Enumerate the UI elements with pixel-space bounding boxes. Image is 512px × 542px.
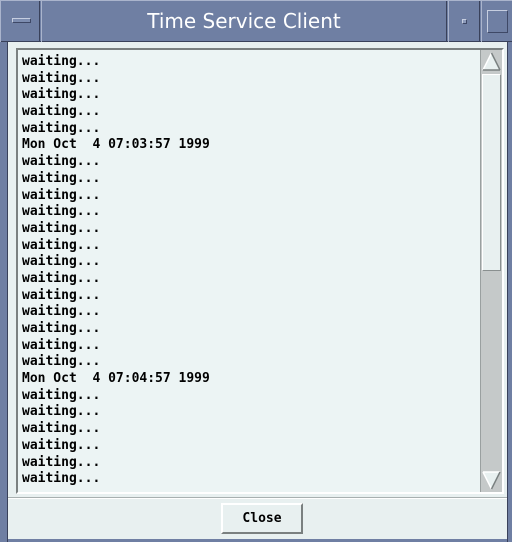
scrollbar-thumb[interactable] bbox=[482, 74, 501, 271]
log-line: waiting... bbox=[22, 454, 101, 470]
scroll-up-button[interactable] bbox=[481, 50, 502, 72]
log-line: Mon Oct 4 07:04:57 1999 bbox=[22, 371, 210, 387]
log-line: waiting... bbox=[22, 304, 101, 320]
close-button[interactable]: Close bbox=[221, 503, 303, 534]
log-line: waiting... bbox=[22, 387, 101, 403]
log-line: waiting... bbox=[22, 120, 101, 136]
maximize-button[interactable] bbox=[481, 1, 512, 42]
arrow-up-icon bbox=[482, 52, 501, 71]
log-line: waiting... bbox=[22, 187, 101, 203]
maximize-icon bbox=[487, 10, 508, 33]
window-menu-icon bbox=[12, 18, 31, 23]
log-line: waiting... bbox=[22, 87, 101, 103]
app-window: Time Service Client waiting... waiting...… bbox=[0, 0, 512, 542]
log-line: waiting... bbox=[22, 404, 101, 420]
log-text-area[interactable]: waiting... waiting... waiting... waiting...… bbox=[16, 48, 504, 494]
scroll-down-button[interactable] bbox=[481, 470, 502, 492]
log-line: waiting... bbox=[22, 321, 101, 336]
log-line: waiting... bbox=[22, 437, 101, 453]
title-bar[interactable]: Time Service Client bbox=[0, 0, 512, 42]
window-menu-button[interactable] bbox=[0, 1, 40, 42]
log-line: waiting... bbox=[22, 70, 101, 86]
window-title: Time Service Client bbox=[41, 1, 447, 42]
log-line: waiting... bbox=[22, 204, 101, 220]
separator bbox=[8, 497, 507, 499]
log-line: waiting... bbox=[22, 220, 101, 236]
vertical-scrollbar[interactable] bbox=[480, 50, 502, 492]
log-line: waiting... bbox=[22, 170, 101, 186]
log-line: waiting... bbox=[22, 54, 101, 69]
log-line: waiting... bbox=[22, 154, 101, 170]
log-output: waiting... waiting... waiting... waiting...… bbox=[22, 54, 480, 488]
window-frame-left bbox=[0, 42, 8, 542]
log-line: waiting... bbox=[22, 471, 101, 487]
log-line: waiting... bbox=[22, 287, 101, 303]
log-line: waiting... bbox=[22, 354, 101, 370]
log-line: waiting... bbox=[22, 421, 101, 437]
window-frame-right bbox=[507, 42, 512, 542]
minimize-icon bbox=[462, 19, 467, 24]
log-line: waiting... bbox=[22, 104, 101, 120]
log-line: waiting... bbox=[22, 237, 101, 253]
minimize-button[interactable] bbox=[448, 1, 480, 42]
log-line: waiting... bbox=[22, 270, 101, 286]
log-line: Mon Oct 4 07:03:57 1999 bbox=[22, 137, 210, 153]
log-line: waiting... bbox=[22, 254, 101, 270]
arrow-down-icon bbox=[482, 471, 501, 490]
log-line: waiting... bbox=[22, 337, 101, 353]
